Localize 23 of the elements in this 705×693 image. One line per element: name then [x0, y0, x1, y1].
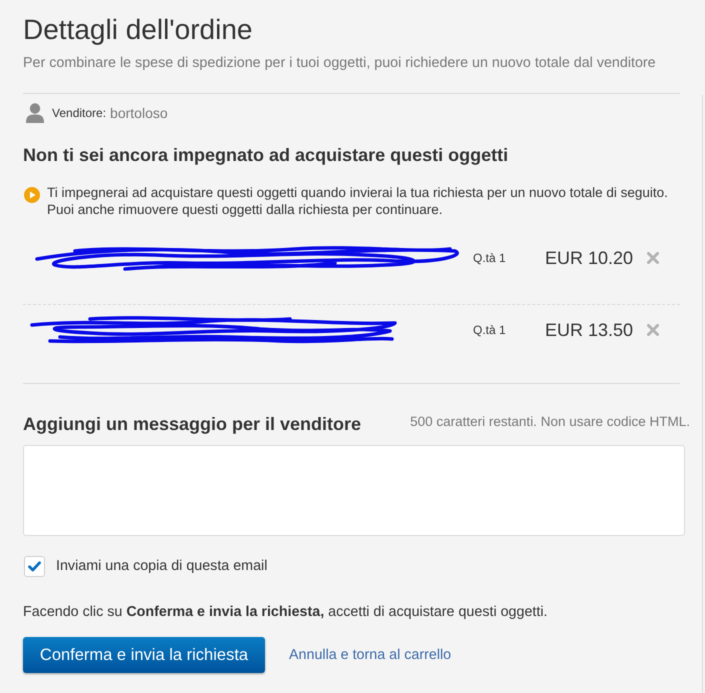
close-icon[interactable] — [647, 252, 659, 264]
seller-name: bortoloso — [110, 104, 168, 122]
person-icon — [26, 103, 44, 123]
confirm-button[interactable]: Conferma e invia la richiesta — [23, 637, 265, 674]
notice-text: Ti impegnerai ad acquistare questi oggetti quando invierai la tua richiesta per un nuovo totale di seguito. Puoi anche rimuovere questi oggetti dalla richiesta per continuare. — [47, 184, 669, 218]
section-heading: Non ti sei ancora impegnato ad acquistare questi oggetti — [23, 144, 510, 167]
message-field[interactable] — [23, 445, 685, 536]
item-price: EUR 10.20 — [544, 247, 633, 270]
close-icon[interactable] — [647, 324, 659, 336]
consent-text: Facendo clic su Conferma e invia la richiesta, accetti di acquistare questi oggetti. — [23, 603, 548, 622]
checkbox-label: Inviami una copia di questa email — [56, 557, 268, 576]
item-price: EUR 13.50 — [544, 319, 633, 342]
cancel-link[interactable]: Annulla e torna al carrello — [289, 644, 452, 666]
item-quantity: Q.tà 1 — [473, 322, 507, 339]
page-title: Dettagli dell'ordine — [23, 14, 254, 46]
character-count-hint: 500 caratteri restanti. Non usare codice HTML. — [410, 412, 690, 431]
page-subtitle: Per combinare le spese di spedizione per i tuoi oggetti, puoi richiedere un nuovo totale dal venditore — [23, 54, 657, 73]
check-icon — [28, 561, 41, 572]
item-quantity: Q.tà 1 — [473, 250, 507, 267]
seller-label: Venditore: — [52, 105, 106, 122]
section-heading: Aggiungi un messaggio per il venditore — [23, 413, 362, 436]
play-circle-icon — [24, 187, 40, 203]
checkbox[interactable] — [24, 556, 45, 578]
